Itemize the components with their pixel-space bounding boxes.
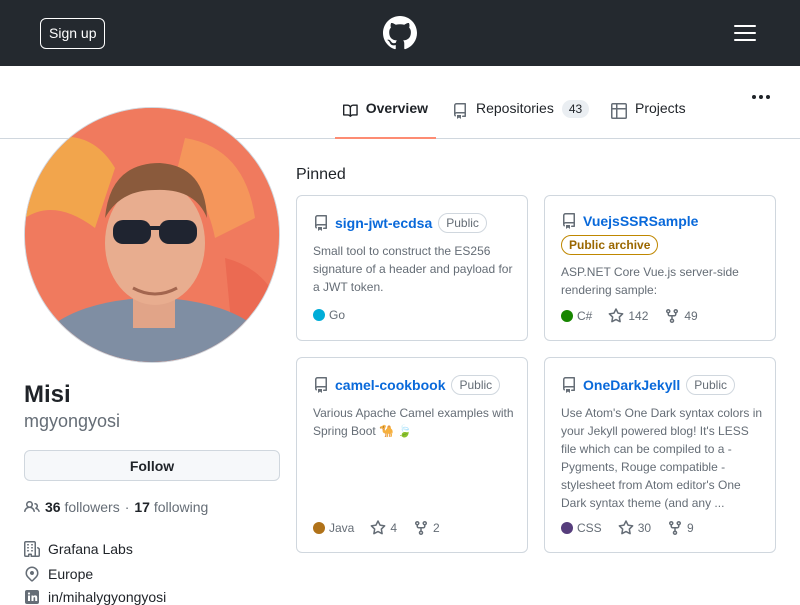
repositories-count-badge: 43 <box>561 100 590 118</box>
followers-count: 36 <box>45 499 61 515</box>
language-label: CSS <box>577 521 602 535</box>
repo-icon <box>315 215 327 231</box>
stars-count: 4 <box>390 521 398 535</box>
repo-description: Small tool to construct the ES256 signat… <box>313 244 513 294</box>
card-header: VuejsSSRSample Public archive <box>561 213 771 255</box>
stars-link[interactable]: 4 <box>370 520 397 536</box>
repo-name-link[interactable]: sign-jwt-ecdsa <box>335 215 432 231</box>
site-header: Sign up <box>0 0 800 66</box>
language-color-dot <box>561 310 573 322</box>
repo-name-link[interactable]: VuejsSSRSample <box>583 213 698 229</box>
visibility-badge: Public <box>686 375 735 395</box>
followers-label: followers <box>64 499 120 515</box>
star-icon <box>618 520 634 535</box>
sign-up-button[interactable]: Sign up <box>40 18 106 49</box>
linkedin-icon <box>25 590 39 604</box>
card-header: OneDarkJekyll Public <box>561 375 771 395</box>
language: Java <box>313 521 354 535</box>
visibility-badge: Public <box>438 213 487 233</box>
visibility-badge: Public archive <box>561 235 659 255</box>
visibility-badge: Public <box>451 375 501 395</box>
language: Go <box>313 308 345 322</box>
pinned-repo-card: VuejsSSRSample Public archive ASP.NET Co… <box>544 195 776 341</box>
language-color-dot <box>313 522 325 534</box>
avatar-photo <box>25 108 279 362</box>
language-label: Java <box>329 521 355 535</box>
repo-icon <box>315 377 327 393</box>
book-icon <box>343 104 358 117</box>
forks-count: 9 <box>687 521 694 535</box>
followers-link[interactable]: 36 followers <box>45 499 120 515</box>
location-label: Europe <box>48 566 94 582</box>
table-icon <box>611 103 627 119</box>
repo-icon <box>563 377 575 393</box>
card-header: sign-jwt-ecdsa Public <box>313 213 523 233</box>
separator: · <box>124 499 130 515</box>
repo-name-link[interactable]: OneDarkJekyll <box>583 377 680 393</box>
forks-link[interactable]: 49 <box>664 308 698 324</box>
stars-link[interactable]: 142 <box>608 308 648 324</box>
profile-name: Misi <box>24 381 71 408</box>
fork-icon <box>666 309 679 324</box>
menu-icon[interactable] <box>734 23 756 43</box>
repo-description: Use Atom's One Dark syntax colors in you… <box>561 406 763 510</box>
repo-description: Various Apache Camel examples with Sprin… <box>313 406 514 438</box>
tab-overview[interactable]: Overview <box>335 100 436 139</box>
more-options-icon[interactable] <box>750 95 772 101</box>
pinned-repo-card: OneDarkJekyll Public Use Atom's One Dark… <box>544 357 776 553</box>
card-footer: Go <box>313 308 345 322</box>
company-row: Grafana Labs <box>24 541 133 557</box>
stars-count: 30 <box>637 521 652 535</box>
repo-icon <box>454 103 466 119</box>
following-count: 17 <box>134 499 150 515</box>
organization-icon <box>24 541 40 557</box>
card-footer: Java 4 2 <box>313 520 440 536</box>
tab-repositories[interactable]: Repositories 43 <box>452 100 590 138</box>
stars-count: 142 <box>628 309 649 323</box>
language-color-dot <box>313 309 325 321</box>
star-icon <box>608 308 624 323</box>
follow-button[interactable]: Follow <box>24 450 280 481</box>
card-footer: C# 142 49 <box>561 308 698 324</box>
card-header: camel-cookbook Public <box>313 375 523 395</box>
tab-projects-label: Projects <box>635 100 686 116</box>
forks-link[interactable]: 9 <box>667 520 694 536</box>
avatar[interactable] <box>24 107 280 363</box>
location-icon <box>25 566 39 582</box>
language: C# <box>561 309 592 323</box>
followers-row: 36 followers · 17 following <box>24 499 208 515</box>
profile-username: mgyongyosi <box>24 411 121 431</box>
company-label: Grafana Labs <box>48 541 133 557</box>
following-label: following <box>153 499 209 515</box>
card-footer: CSS 30 9 <box>561 520 694 536</box>
repo-name-link[interactable]: camel-cookbook <box>335 377 445 393</box>
pinned-repo-card: camel-cookbook Public Various Apache Cam… <box>296 357 528 553</box>
linkedin-link[interactable]: in/mihalygyongyosi <box>48 589 166 605</box>
forks-count: 49 <box>684 309 698 323</box>
language-color-dot <box>561 522 573 534</box>
forks-count: 2 <box>433 521 440 535</box>
forks-link[interactable]: 2 <box>413 520 440 536</box>
star-icon <box>370 520 386 535</box>
language-label: C# <box>577 309 593 323</box>
location-row: Europe <box>24 566 93 582</box>
pinned-repo-card: sign-jwt-ecdsa Public Small tool to cons… <box>296 195 528 341</box>
tab-repositories-label: Repositories <box>476 100 554 116</box>
language-label: Go <box>329 308 346 322</box>
fork-icon <box>669 521 682 536</box>
github-logo-icon[interactable] <box>383 16 417 50</box>
pinned-title: Pinned <box>296 166 346 183</box>
repo-icon <box>563 213 575 229</box>
people-icon <box>24 500 40 513</box>
fork-icon <box>415 521 428 536</box>
tab-projects[interactable]: Projects <box>611 100 686 138</box>
tab-overview-label: Overview <box>365 100 428 116</box>
following-link[interactable]: 17 following <box>134 499 208 515</box>
linkedin-row[interactable]: in/mihalygyongyosi <box>24 589 166 605</box>
stars-link[interactable]: 30 <box>618 520 651 536</box>
language: CSS <box>561 521 602 535</box>
repo-description: ASP.NET Core Vue.js server-side renderin… <box>561 265 739 297</box>
